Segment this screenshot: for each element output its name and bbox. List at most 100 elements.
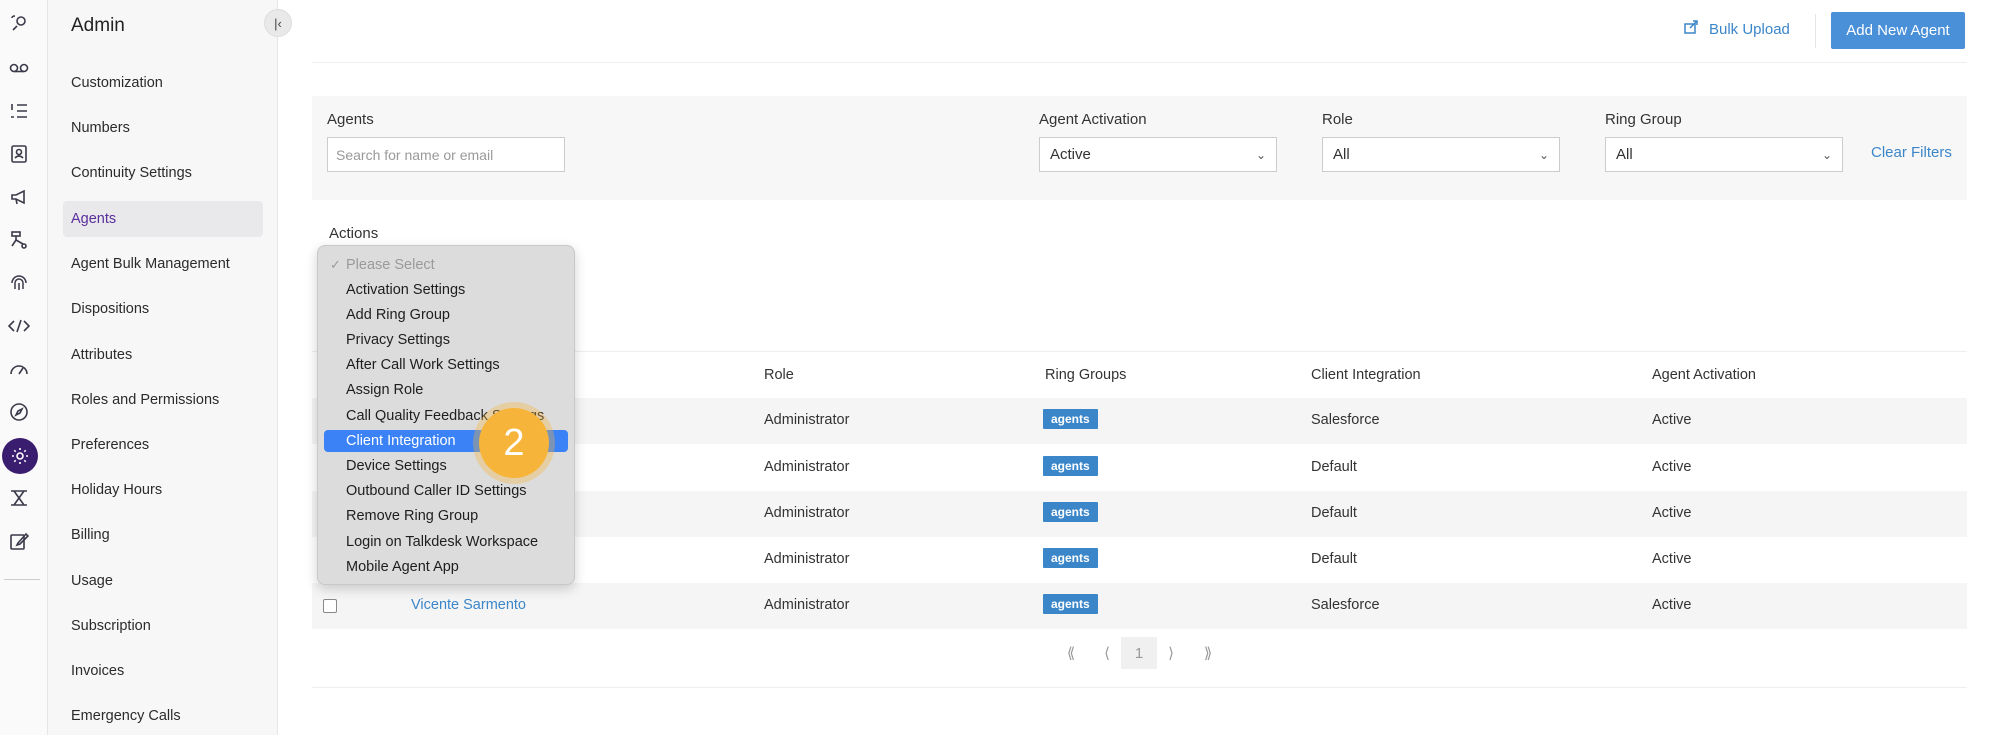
menu-item-activation-settings[interactable]: Activation Settings [324, 279, 568, 301]
cell-activation: Active [1652, 505, 1692, 521]
megaphone-icon[interactable] [6, 184, 32, 210]
sidebar-item-invoices[interactable]: Invoices [63, 653, 263, 689]
ring-group-select[interactable]: All ⌄ [1605, 137, 1843, 172]
gear-icon[interactable] [2, 438, 38, 474]
column-header-client-integration: Client Integration [1311, 367, 1421, 383]
ring-group-badge: agents [1043, 409, 1098, 429]
cell-activation: Active [1652, 459, 1692, 475]
ring-group-filter-label: Ring Group [1605, 111, 1682, 128]
agent-activation-value: Active [1050, 146, 1091, 163]
agent-search-input[interactable]: Search for name or email [327, 137, 565, 172]
ring-group-badge: agents [1043, 456, 1098, 476]
sidebar-item-agent-bulk-management[interactable]: Agent Bulk Management [63, 246, 263, 282]
compass-icon[interactable] [6, 399, 32, 425]
cell-client-integration: Default [1311, 459, 1357, 475]
chevron-down-icon: ⌄ [1821, 147, 1832, 162]
cell-role: Administrator [764, 505, 850, 521]
menu-item-mobile-agent-app[interactable]: Mobile Agent App [324, 556, 568, 578]
page-number-button[interactable]: 1 [1121, 637, 1157, 669]
menu-item-privacy-settings[interactable]: Privacy Settings [324, 329, 568, 351]
filters-panel: Agents Search for name or email Agent Ac… [312, 96, 1967, 200]
icon-rail [0, 0, 48, 735]
column-header-ring-groups: Ring Groups [1045, 367, 1127, 383]
menu-item-please-select: ✓ Please Select [324, 254, 568, 276]
fingerprint-icon[interactable] [6, 270, 32, 296]
sidebar-item-attributes[interactable]: Attributes [63, 337, 263, 373]
sidebar-item-dispositions[interactable]: Dispositions [63, 291, 263, 327]
table-bottom-border [312, 687, 1967, 688]
menu-item-label: Please Select [346, 257, 435, 273]
ring-group-value: All [1616, 146, 1633, 163]
menu-item-outbound-caller-id-settings[interactable]: Outbound Caller ID Settings [324, 480, 568, 502]
agents-filter-label: Agents [327, 111, 374, 128]
chevron-down-icon: ⌄ [1255, 147, 1266, 162]
cell-activation: Active [1652, 597, 1692, 613]
bulk-upload-link[interactable]: Bulk Upload [1684, 20, 1790, 38]
edit-note-icon[interactable] [6, 528, 32, 554]
menu-item-assign-role[interactable]: Assign Role [324, 379, 568, 401]
workflow-icon[interactable] [6, 227, 32, 253]
sidebar-item-emergency-calls[interactable]: Emergency Calls [63, 698, 263, 734]
menu-item-login-on-talkdesk-workspace[interactable]: Login on Talkdesk Workspace [324, 531, 568, 553]
header-divider-line [312, 62, 1967, 63]
sidebar-item-customization[interactable]: Customization [63, 65, 263, 101]
add-new-agent-button[interactable]: Add New Agent [1831, 12, 1965, 49]
speedometer-icon[interactable] [6, 356, 32, 382]
cell-client-integration: Default [1311, 505, 1357, 521]
first-page-button[interactable]: ⟪ [1058, 637, 1084, 669]
sidebar-item-subscription[interactable]: Subscription [63, 608, 263, 644]
bulk-upload-label: Bulk Upload [1709, 20, 1790, 38]
sidebar-item-numbers[interactable]: Numbers [63, 110, 263, 146]
prev-page-button[interactable]: ⟨ [1094, 637, 1120, 669]
row-checkbox[interactable] [323, 599, 337, 613]
agent-activation-select[interactable]: Active ⌄ [1039, 137, 1277, 172]
role-filter-label: Role [1322, 111, 1353, 128]
check-icon: ✓ [330, 257, 341, 272]
sidebar-item-continuity-settings[interactable]: Continuity Settings [63, 155, 263, 191]
actions-label: Actions [329, 225, 379, 242]
cell-role: Administrator [764, 597, 850, 613]
ring-group-badge: agents [1043, 502, 1098, 522]
last-page-button[interactable]: ⟫ [1195, 637, 1221, 669]
cell-client-integration: Salesforce [1311, 597, 1380, 613]
sidebar-item-billing[interactable]: Billing [63, 517, 263, 553]
role-select[interactable]: All ⌄ [1322, 137, 1560, 172]
routing-icon[interactable] [6, 485, 32, 511]
clear-filters-link[interactable]: Clear Filters [1871, 144, 1952, 161]
voicemail-icon[interactable] [6, 55, 32, 81]
ring-group-badge: agents [1043, 594, 1098, 614]
sidebar-item-roles-and-permissions[interactable]: Roles and Permissions [63, 382, 263, 418]
cell-role: Administrator [764, 459, 850, 475]
agent-activation-label: Agent Activation [1039, 111, 1147, 128]
cell-client-integration: Default [1311, 551, 1357, 567]
sidebar-item-holiday-hours[interactable]: Holiday Hours [63, 472, 263, 508]
cell-client-integration: Salesforce [1311, 412, 1380, 428]
agent-name-link[interactable]: Vicente Sarmento [411, 597, 526, 613]
sidebar-title: Admin [71, 15, 125, 36]
sidebar-item-usage[interactable]: Usage [63, 563, 263, 599]
menu-item-add-ring-group[interactable]: Add Ring Group [324, 304, 568, 326]
admin-sidebar: Admin |‹ Customization Numbers Continuit… [48, 0, 292, 735]
contacts-icon[interactable] [6, 141, 32, 167]
collapse-sidebar-button[interactable]: |‹ [264, 9, 292, 37]
next-page-button[interactable]: ⟩ [1158, 637, 1184, 669]
step-number-badge: 2 [479, 408, 549, 478]
cell-activation: Active [1652, 551, 1692, 567]
sidebar-item-agents[interactable]: Agents [63, 201, 263, 237]
list-numbered-icon[interactable] [6, 98, 32, 124]
cell-role: Administrator [764, 551, 850, 567]
collapse-icon: |‹ [274, 15, 282, 31]
cell-role: Administrator [764, 412, 850, 428]
sidebar-item-preferences[interactable]: Preferences [63, 427, 263, 463]
chevron-down-icon: ⌄ [1538, 147, 1549, 162]
menu-item-remove-ring-group[interactable]: Remove Ring Group [324, 505, 568, 527]
menu-item-after-call-work-settings[interactable]: After Call Work Settings [324, 354, 568, 376]
upload-share-icon [1684, 20, 1699, 38]
phone-flow-icon[interactable] [6, 11, 32, 37]
code-icon[interactable] [6, 313, 32, 339]
column-header-role: Role [764, 367, 794, 383]
role-value: All [1333, 146, 1350, 163]
column-header-agent-activation: Agent Activation [1652, 367, 1756, 383]
table-row[interactable]: Vicente Sarmento Administrator agents Sa… [312, 583, 1967, 629]
actions-dropdown-menu: ✓ Please Select Activation Settings Add … [317, 245, 575, 585]
